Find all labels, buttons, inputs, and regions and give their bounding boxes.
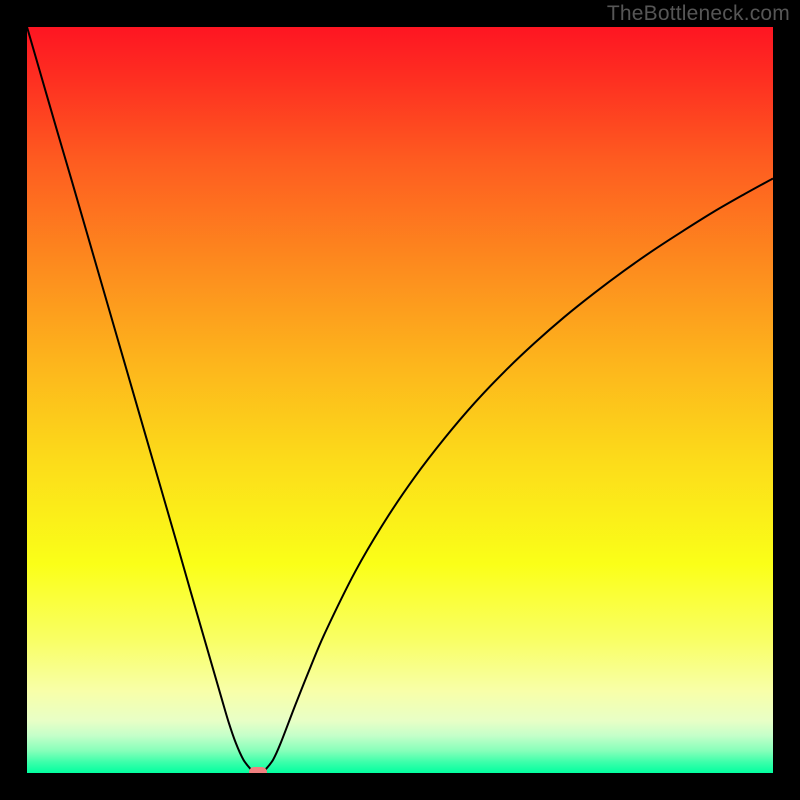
curve-layer bbox=[27, 27, 773, 773]
bottleneck-curve bbox=[27, 27, 773, 773]
plot-area bbox=[27, 27, 773, 773]
chart-frame: TheBottleneck.com bbox=[0, 0, 800, 800]
curve-minimum-marker bbox=[249, 767, 267, 773]
watermark-text: TheBottleneck.com bbox=[607, 2, 790, 26]
